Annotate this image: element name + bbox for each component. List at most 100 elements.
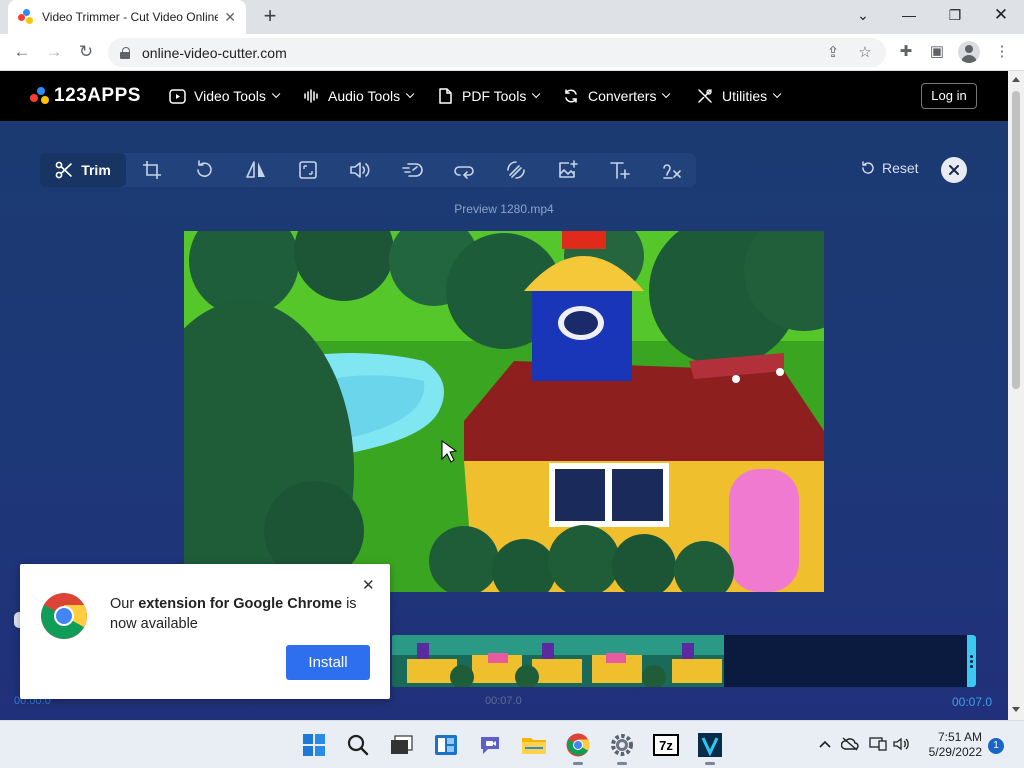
tool-text[interactable] [600,153,640,187]
menu-label: PDF Tools [462,88,527,104]
volume-speaker-icon[interactable] [893,737,911,754]
tool-loop[interactable] [444,153,484,187]
volume-icon [350,162,370,178]
chevron-up-icon[interactable] [818,737,832,752]
timeline-mid-time: 00:07.0 [485,695,522,707]
extension-popup: ✕ Our extension for Google Chrome is now… [20,564,390,699]
scroll-up-arrow-icon[interactable] [1012,77,1020,82]
crop-icon [143,161,161,179]
chevron-down-icon [662,89,671,99]
browser-tab[interactable]: Video Trimmer - Cut Video Online ✕ [8,0,246,34]
chevron-down-icon [271,89,281,99]
tool-trim[interactable]: Trim [40,153,126,187]
scroll-thumb[interactable] [1012,91,1020,389]
chevron-down-icon [532,89,541,99]
notification-badge[interactable]: 1 [988,738,1004,754]
task-view-icon[interactable] [387,730,417,760]
windows-start-icon[interactable] [299,730,329,760]
scroll-down-arrow-icon[interactable] [1012,707,1020,712]
widgets-icon[interactable] [431,730,461,760]
menu-utilities[interactable]: Utilities [696,87,782,105]
tool-volume[interactable] [340,153,380,187]
menu-audio-tools[interactable]: Audio Tools [302,87,415,105]
chevron-down-icon [773,89,782,99]
app-v-icon[interactable] [695,730,725,765]
tool-flip[interactable] [236,153,276,187]
menu-pdf-tools[interactable]: PDF Tools [436,87,541,105]
extensions-icon[interactable]: ✚ [896,42,916,62]
reload-button[interactable]: ↻ [74,40,98,64]
clock-date: 5/29/2022 [928,745,982,759]
video-preview[interactable] [184,231,824,592]
loop-icon [454,166,474,179]
reset-label: Reset [882,160,919,176]
menu-label: Video Tools [194,88,266,104]
tab-close-icon[interactable]: ✕ [224,9,236,26]
editor-toolbar: Trim [40,153,696,187]
tool-resize[interactable] [288,153,328,187]
popup-message: Our extension for Google Chrome is now a… [110,594,360,634]
clock-time: 7:51 AM [937,730,982,744]
timeline-strip[interactable] [392,635,976,687]
site-logo[interactable]: 123APPS [30,85,141,107]
settings-gear-icon[interactable] [607,730,637,765]
install-button[interactable]: Install [286,645,370,680]
tool-remove-logo[interactable] [652,153,692,187]
side-panel-icon[interactable]: ▣ [927,42,947,62]
timeline-thumbnails [392,635,724,687]
close-icon [949,165,959,175]
popup-text-bold: extension for Google Chrome [138,596,343,612]
file-icon [436,87,454,105]
tool-crop[interactable] [132,153,172,187]
restore-button[interactable]: ❐ [932,0,978,30]
timeline-end-time: 00:07.0 [952,695,993,709]
url-text: online-video-cutter.com [142,44,287,61]
tool-stabilize[interactable] [496,153,536,187]
bookmark-star-icon[interactable]: ☆ [856,44,874,62]
search-icon[interactable] [343,730,373,760]
trim-end-handle[interactable] [967,635,976,687]
share-icon[interactable]: ⇪ [824,44,842,62]
browser-tab-bar: Video Trimmer - Cut Video Online ✕ + ⌄ —… [0,0,1024,34]
teams-chat-icon[interactable] [475,730,505,760]
7zip-icon[interactable]: 7z [651,730,681,760]
menu-kebab-icon[interactable]: ⋮ [992,42,1012,62]
reset-button[interactable]: Reset [860,160,919,176]
svg-text:7z: 7z [659,738,673,753]
speed-icon [402,163,423,177]
page-scrollbar[interactable] [1008,71,1024,720]
flip-icon [246,161,265,178]
undo-icon [862,160,874,174]
tool-image[interactable] [548,153,588,187]
menu-video-tools[interactable]: Video Tools [168,87,281,105]
chrome-logo-icon [41,593,87,639]
profile-avatar[interactable] [958,41,980,63]
taskbar-clock[interactable]: 7:51 AM 5/29/2022 [912,730,982,760]
lock-icon [120,46,130,59]
tool-trim-label: Trim [81,162,111,178]
audio-waveform-icon [302,87,320,105]
login-button[interactable]: Log in [921,83,977,109]
remove-logo-icon [663,164,681,179]
forward-button[interactable]: → [42,40,66,64]
tab-search-icon[interactable]: ⌄ [840,0,886,30]
window-close-button[interactable]: ✕ [978,0,1024,30]
popup-close-icon[interactable]: ✕ [362,576,375,594]
video-frame-image [184,231,824,592]
cloud-offline-icon[interactable] [840,737,859,754]
new-tab-button[interactable]: + [258,4,282,28]
tool-speed[interactable] [392,153,432,187]
address-bar[interactable]: online-video-cutter.com ⇪ ☆ [108,38,886,67]
add-text-icon [610,162,630,179]
tools-icon [696,87,714,105]
file-explorer-icon[interactable] [519,730,549,760]
minimize-button[interactable]: — [886,0,932,30]
preview-file-title: Preview 1280.mp4 [454,202,554,216]
chrome-taskbar-icon[interactable] [563,730,593,765]
close-editor-button[interactable] [941,157,967,183]
resize-icon [299,161,317,179]
back-button[interactable]: ← [10,40,34,64]
menu-converters[interactable]: Converters [562,87,671,105]
tool-rotate[interactable] [184,153,224,187]
network-icon[interactable] [869,737,887,754]
